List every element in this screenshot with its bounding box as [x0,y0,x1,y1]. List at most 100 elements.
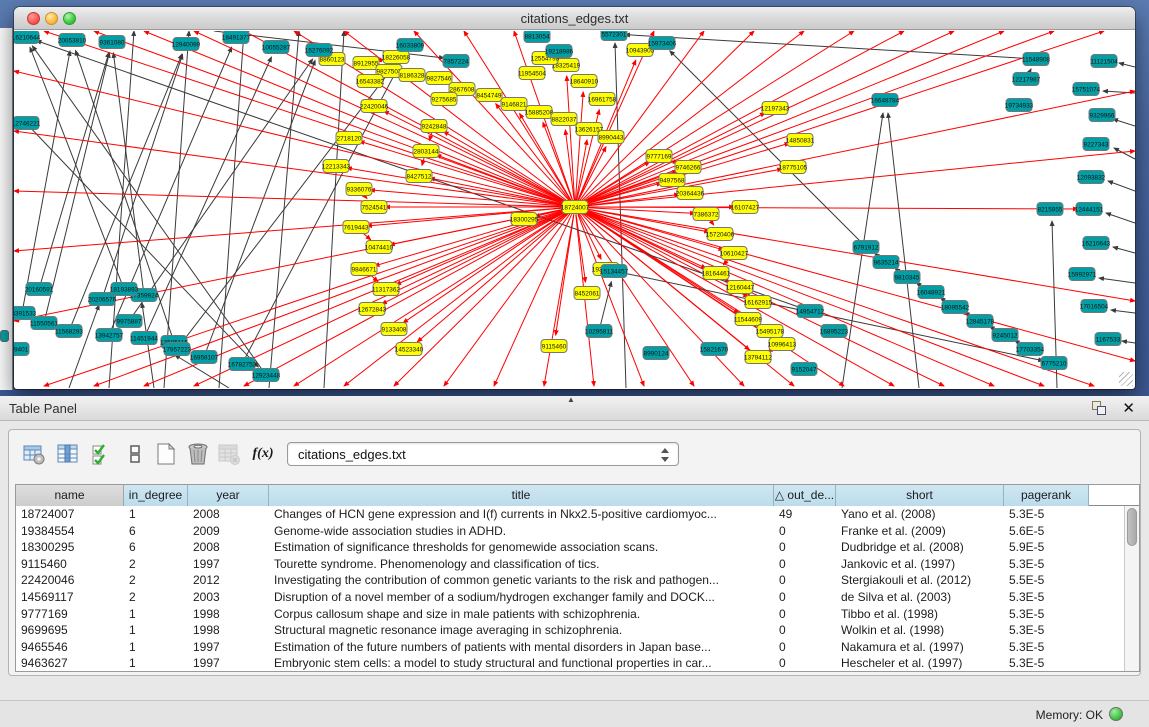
cell-year[interactable]: 2003 [188,589,269,606]
cell-in_degree[interactable]: 1 [124,622,188,639]
cell-in_degree[interactable]: 1 [124,639,188,656]
graph-edge[interactable] [164,31,189,388]
graph-node[interactable]: 14850831 [786,134,815,147]
graph-node[interactable]: 12213343 [322,160,351,173]
graph-node[interactable]: 9245012 [992,329,1018,342]
graph-node[interactable]: 2803144 [413,145,439,158]
cell-name[interactable]: 9699695 [16,622,124,639]
cell-name[interactable]: 9777169 [16,606,124,623]
cell-out_degree[interactable]: 0 [774,589,836,606]
graph-node[interactable]: 15720406 [706,228,735,241]
graph-node[interactable]: 16648784 [871,94,900,107]
graph-edge[interactable] [1113,119,1135,126]
graph-node[interactable]: 15973406 [648,37,677,50]
graph-edge[interactable] [556,213,574,335]
cell-title[interactable]: Estimation of the future numbers of pati… [269,639,774,656]
graph-edge[interactable] [429,132,432,141]
graph-node[interactable]: 19734933 [1005,99,1034,112]
network-view[interactable]: 1872400788601238912955182260589827503165… [14,31,1135,388]
cell-title[interactable]: Embryonic stem cells: a model to study s… [269,655,774,672]
graph-edge[interactable] [1114,148,1135,159]
cell-in_degree[interactable]: 1 [124,606,188,623]
graph-node[interactable]: 9227343 [1083,138,1109,151]
graph-node[interactable]: 20160591 [25,283,54,296]
cell-pagerank[interactable]: 5.3E-5 [1004,589,1089,606]
graph-node[interactable]: 8912955 [353,57,379,70]
cell-title[interactable]: Tourette syndrome. Phenomenology and cla… [269,556,774,573]
cell-title[interactable]: Structural magnetic resonance image aver… [269,622,774,639]
graph-node[interactable]: 8427512 [406,170,432,183]
cell-short[interactable]: Tibbo et al. (1998) [836,606,1004,623]
table-row[interactable]: 1830029562008Estimation of significance … [16,539,1125,556]
cell-short[interactable]: Dudbridge et al. (2008) [836,539,1004,556]
graph-edge[interactable] [1113,247,1135,253]
cell-year[interactable]: 2009 [188,523,269,540]
graph-node[interactable]: 17016504 [1080,300,1109,313]
graph-edge-ray[interactable] [344,212,569,386]
graph-node[interactable]: 16048921 [917,286,946,299]
graph-node[interactable]: 9133408 [381,323,407,336]
graph-node[interactable]: 9635214 [873,256,899,269]
table-scrollbar-thumb[interactable] [1127,508,1137,546]
graph-node[interactable]: 20053810 [58,34,87,47]
graph-node[interactable]: 16162915 [744,296,773,309]
cell-name[interactable]: 19384554 [16,523,124,540]
graph-edge[interactable] [45,53,109,317]
table-row[interactable]: 946362711997Embryonic stem cells: a mode… [16,655,1125,672]
graph-node[interactable]: 18491377 [222,31,251,44]
new-table-button[interactable] [153,441,179,467]
graph-node[interactable]: 20364436 [676,187,705,200]
cell-title[interactable]: Estimation of significance thresholds fo… [269,539,774,556]
table-row[interactable]: 2242004622012Investigating the contribut… [16,572,1125,589]
graph-edge[interactable] [360,141,570,205]
graph-node[interactable]: 18640910 [570,75,599,88]
graph-edge[interactable] [581,207,695,213]
graph-node[interactable]: 16210643 [1082,237,1111,250]
graph-edge-ray[interactable] [14,131,567,206]
graph-node[interactable]: 9497568 [659,174,685,187]
cell-pagerank[interactable]: 5.5E-5 [1004,572,1089,589]
table-row[interactable]: 977716911998Corpus callosum shape and si… [16,606,1125,623]
graph-node[interactable]: 16210644 [14,31,41,44]
cell-short[interactable]: de Silva et al. (2003) [836,589,1004,606]
graph-node[interactable]: 9810345 [894,271,920,284]
graph-node[interactable]: 9336076 [346,183,372,196]
cell-name[interactable]: 14569117 [16,589,124,606]
column-header-title[interactable]: title [269,485,774,506]
column-header-pagerank[interactable]: pagerank [1004,485,1089,506]
column-header-name[interactable]: name [16,485,124,506]
graph-node[interactable]: 9146821 [501,98,527,111]
graph-edge[interactable] [41,53,109,284]
graph-node[interactable]: 5572301 [601,31,627,41]
cell-pagerank[interactable]: 5.3E-5 [1004,622,1089,639]
cell-pagerank[interactable]: 5.3E-5 [1004,506,1089,523]
graph-edge[interactable] [206,60,315,351]
cell-year[interactable]: 1997 [188,655,269,672]
graph-node[interactable]: 15276092 [305,44,334,57]
graph-node[interactable]: 12940099 [172,38,201,51]
graph-node[interactable]: 9242848 [421,120,447,133]
graph-node[interactable]: 15751074 [1072,83,1101,96]
cell-pagerank[interactable]: 5.3E-5 [1004,556,1089,573]
memory-status-indicator[interactable] [1109,707,1123,721]
graph-node[interactable]: 10474410 [365,241,394,254]
graph-node[interactable]: 9746266 [675,161,701,174]
delete-attributes-button[interactable] [185,441,211,467]
graph-node[interactable]: 11568293 [55,325,83,338]
cell-pagerank[interactable]: 5.9E-5 [1004,539,1089,556]
graph-node[interactable]: 16543382 [356,75,385,88]
graph-node[interactable]: 16107427 [731,201,760,214]
graph-node[interactable]: 9975887 [116,315,142,328]
table-row[interactable]: 946554611997Estimation of the future num… [16,639,1125,656]
graph-node[interactable]: 9777169 [646,150,672,163]
graph-node[interactable]: 18193893 [110,283,139,296]
graph-edge-ray[interactable] [94,210,568,386]
graph-node[interactable]: 7524541 [361,201,387,214]
graph-node[interactable]: 18300295 [510,213,539,226]
graph-node[interactable]: 13794112 [744,351,772,364]
graph-node[interactable]: 22420046 [360,100,389,113]
graph-node[interactable]: 11317362 [372,283,400,296]
function-builder-button[interactable]: f(x) [250,441,276,467]
graph-node[interactable]: 9827546 [426,72,452,85]
cell-year[interactable]: 2012 [188,572,269,589]
